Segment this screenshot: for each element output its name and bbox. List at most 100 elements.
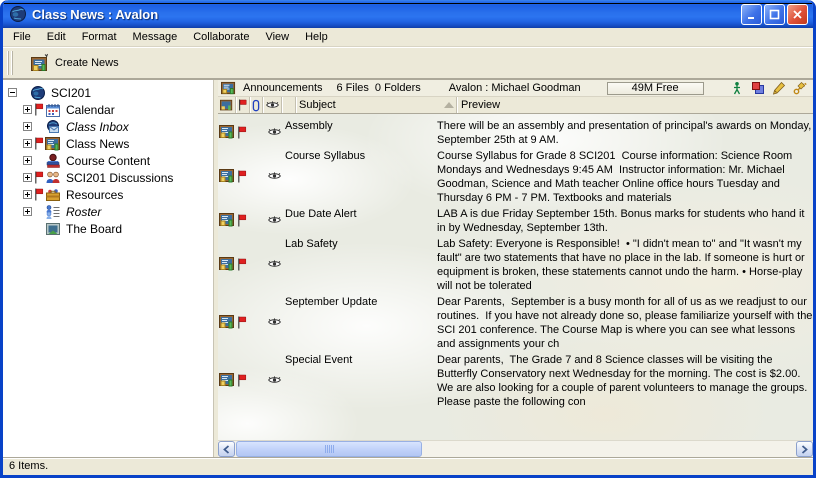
viewed-eye-icon <box>263 235 285 293</box>
tree-item-roster[interactable]: Roster <box>3 203 213 220</box>
message-row[interactable]: Due Date AlertLAB A is due Friday Septem… <box>218 205 813 235</box>
tree-item-label: SCI201 Discussions <box>64 171 175 185</box>
minimize-button[interactable] <box>741 4 762 25</box>
conference-tree-panel: SCI201 CalendarClass Inbox Class NewsCours… <box>3 80 214 457</box>
unread-flag-icon <box>235 351 248 409</box>
message-subject: Special Event <box>285 351 433 409</box>
folders-count: 0 Folders <box>375 82 421 94</box>
window-title: Class News : Avalon <box>32 7 741 22</box>
horizontal-scrollbar <box>218 440 813 457</box>
inbox-icon <box>45 119 61 135</box>
item-count-label: 6 Items. <box>9 460 48 472</box>
expand-expander[interactable] <box>23 173 32 182</box>
conference-tree: SCI201 CalendarClass Inbox Class NewsCours… <box>3 84 213 237</box>
server-user-label: Avalon : Michael Goodman <box>449 82 581 94</box>
roster-icon <box>45 204 61 220</box>
message-preview: There will be an assembly and presentati… <box>433 117 813 147</box>
expand-expander[interactable] <box>23 156 32 165</box>
message-subject: Assembly <box>285 117 433 147</box>
news-item-icon <box>218 205 235 235</box>
attachment-cell <box>248 117 263 147</box>
collapse-expander[interactable] <box>8 88 17 97</box>
unread-flag-cell <box>32 171 45 184</box>
viewed-eye-icon <box>263 147 285 205</box>
info-bar-tools <box>730 81 807 95</box>
sort-ascending-icon[interactable] <box>442 97 456 113</box>
app-globe-icon <box>9 5 27 23</box>
menu-file[interactable]: File <box>5 29 39 45</box>
news-icon <box>45 136 61 152</box>
app-window: Class News : Avalon FileEditFormatMessag… <box>0 0 816 478</box>
message-subject: Due Date Alert <box>285 205 433 235</box>
column-flag-header[interactable] <box>236 97 250 113</box>
tree-item-label: The Board <box>64 222 124 236</box>
create-news-label: Create News <box>55 57 119 69</box>
unread-flag-icon <box>235 205 248 235</box>
tree-item-class-inbox[interactable]: Class Inbox <box>3 118 213 135</box>
storage-free-indicator: 49M Free <box>607 82 704 95</box>
resources-icon <box>45 187 61 203</box>
expand-expander[interactable] <box>23 105 32 114</box>
attachment-cell <box>248 147 263 205</box>
message-preview: Lab Safety: Everyone is Responsible! • "… <box>433 235 813 293</box>
tree-item-sci201-discussions[interactable]: SCI201 Discussions <box>3 169 213 186</box>
create-news-icon <box>30 53 50 73</box>
unread-flag-cell <box>32 137 45 150</box>
expand-expander[interactable] <box>23 139 32 148</box>
files-count: 6 Files <box>337 82 369 94</box>
column-viewed-header[interactable] <box>263 97 282 113</box>
close-button[interactable] <box>787 4 808 25</box>
message-row[interactable]: Lab SafetyLab Safety: Everyone is Respon… <box>218 235 813 293</box>
pencil-icon[interactable] <box>772 81 786 95</box>
menu-help[interactable]: Help <box>297 29 336 45</box>
create-news-button[interactable]: Create News <box>23 50 126 76</box>
calendar-icon <box>45 102 61 118</box>
attachment-cell <box>248 205 263 235</box>
message-subject: September Update <box>285 293 433 351</box>
viewed-eye-icon <box>263 351 285 409</box>
scrollbar-thumb[interactable] <box>236 441 422 457</box>
tree-item-label: Calendar <box>64 103 117 117</box>
column-icon-header[interactable] <box>218 97 236 113</box>
tree-item-calendar[interactable]: Calendar <box>3 101 213 118</box>
tree-item-course-content[interactable]: Course Content <box>3 152 213 169</box>
key-pencil-icon[interactable] <box>793 81 807 95</box>
scroll-right-button[interactable] <box>796 441 813 457</box>
menu-view[interactable]: View <box>257 29 297 45</box>
preview-column-header[interactable]: Preview <box>456 97 813 113</box>
message-row[interactable]: Course SyllabusCourse Syllabus for Grade… <box>218 147 813 205</box>
subject-column-header[interactable]: Subject <box>296 97 442 113</box>
expand-expander[interactable] <box>23 207 32 216</box>
expand-expander[interactable] <box>23 190 32 199</box>
menu-format[interactable]: Format <box>74 29 125 45</box>
window-controls <box>741 4 808 25</box>
tree-item-sci201[interactable]: SCI201 <box>3 84 213 101</box>
toolbar-grip[interactable] <box>5 51 15 75</box>
scrollbar-track[interactable] <box>422 441 796 457</box>
layers-icon[interactable] <box>751 81 765 95</box>
message-row[interactable]: AssemblyThere will be an assembly and pr… <box>218 117 813 147</box>
news-panel: Announcements 6 Files 0 Folders Avalon :… <box>218 80 813 457</box>
viewed-eye-icon <box>263 205 285 235</box>
message-list: AssemblyThere will be an assembly and pr… <box>218 114 813 440</box>
tree-item-resources[interactable]: Resources <box>3 186 213 203</box>
menu-collaborate[interactable]: Collaborate <box>185 29 257 45</box>
menu-message[interactable]: Message <box>125 29 186 45</box>
unread-flag-icon <box>235 235 248 293</box>
collapse-all-button[interactable] <box>282 97 296 113</box>
expand-expander[interactable] <box>23 122 32 131</box>
discussions-icon <box>45 170 61 186</box>
tree-item-label: Class News <box>64 137 131 151</box>
message-row[interactable]: September UpdateDear Parents, September … <box>218 293 813 351</box>
menu-edit[interactable]: Edit <box>39 29 74 45</box>
member-icon[interactable] <box>730 81 744 95</box>
message-row[interactable]: Special EventDear parents, The Grade 7 a… <box>218 351 813 409</box>
tree-item-the-board[interactable]: The Board <box>3 220 213 237</box>
title-bar[interactable]: Class News : Avalon <box>3 0 813 28</box>
main-area: SCI201CalendarClass InboxClass NewsCours… <box>3 79 813 457</box>
column-attachment-header[interactable] <box>250 97 263 113</box>
tree-item-label: Resources <box>64 188 125 202</box>
maximize-button[interactable] <box>764 4 785 25</box>
tree-item-class-news[interactable]: Class News <box>3 135 213 152</box>
scroll-left-button[interactable] <box>218 441 235 457</box>
